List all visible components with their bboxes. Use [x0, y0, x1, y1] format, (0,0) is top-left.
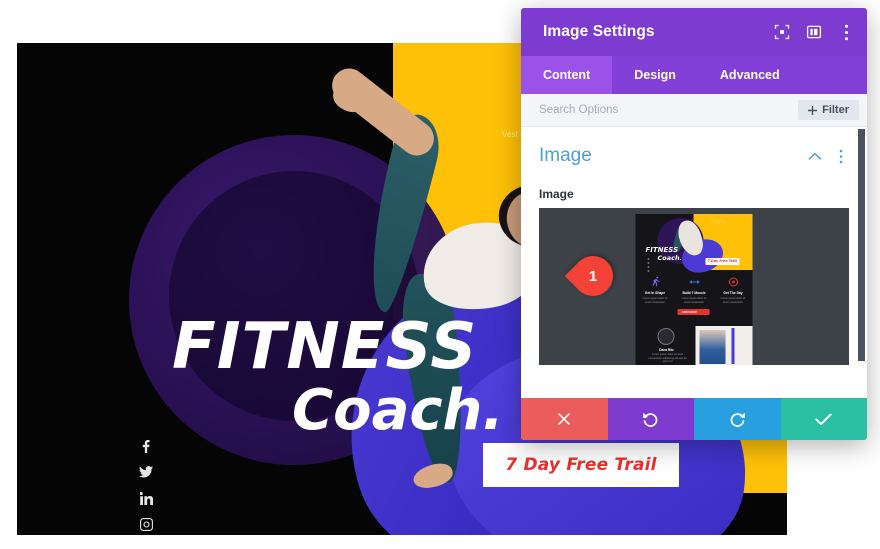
image-marker-pin[interactable]: 1 [564, 247, 622, 305]
redo-button[interactable] [694, 398, 781, 440]
search-row: Filter [521, 94, 867, 127]
filter-button[interactable]: Filter [798, 100, 859, 120]
section-more-options-icon[interactable] [833, 148, 849, 164]
instagram-icon[interactable] [139, 517, 153, 531]
modal-header-icons [773, 23, 855, 41]
twitter-icon[interactable] [139, 465, 153, 479]
thumb-features-row: Get In Shape Lorem ipsum dolor sit amet … [636, 276, 753, 304]
thumb-avatar [657, 328, 675, 345]
undo-button[interactable] [607, 398, 694, 440]
search-input[interactable] [539, 104, 799, 116]
modal-action-bar [521, 398, 867, 440]
pin-number: 1 [588, 267, 598, 285]
save-button[interactable] [780, 398, 867, 440]
social-links-rail[interactable] [139, 439, 153, 531]
thumb-social-dots [647, 258, 650, 272]
image-section-header: Image [539, 127, 849, 171]
thumb-feature-item: Get The Day Lorem ipsum dolor sit amet c… [718, 276, 748, 304]
thumb-feature-item: Build 7 Muscle Lorem ipsum dolor sit ame… [679, 276, 709, 304]
facebook-icon[interactable] [139, 439, 153, 453]
image-settings-modal: Image Settings Content Design Advanced S… [521, 8, 867, 440]
modal-title: Image Settings [543, 23, 655, 40]
screen: FITNESS Coach. Vest stern dolor 7 Day Fr… [0, 0, 880, 549]
target-icon [727, 276, 739, 288]
thumb-feature-title: Build 7 Muscle [682, 291, 706, 295]
section-title: Image [539, 145, 592, 166]
thumb-testimonial-section: Dana Ritz Lorem ipsum dolor sit amet con… [636, 324, 753, 365]
thumb-feature-title: Get The Day [723, 291, 743, 295]
filter-button-label: Filter [822, 104, 849, 116]
thumb-feature-title: Get In Shape [644, 291, 666, 295]
thumb-headline-2: Coach. [657, 254, 683, 262]
thumb-testimonial-photo [699, 330, 726, 364]
modal-body: Image Image FITNESS FITNESS Coach. 7 Day… [521, 127, 867, 398]
focus-mode-icon[interactable] [773, 23, 791, 41]
modal-scrollbar[interactable] [858, 127, 865, 398]
thumb-feature-desc: Lorem ipsum dolor sit amet consectetur [681, 297, 707, 304]
linkedin-icon[interactable] [139, 491, 153, 505]
thumb-headline-1: FITNESS [645, 246, 679, 254]
seven-day-trial-button[interactable]: 7 Day Free Trail [483, 443, 679, 487]
thumbnail-page-preview: FITNESS FITNESS Coach. 7 Day Free Trail … [635, 214, 753, 365]
plus-icon [808, 105, 818, 115]
thumb-feature-desc: Lorem ipsum dolor sit amet consectetur [720, 297, 746, 304]
running-icon [649, 276, 661, 288]
more-options-icon[interactable] [837, 23, 855, 41]
tab-advanced[interactable]: Advanced [698, 56, 802, 94]
redo-icon [730, 412, 745, 427]
layout-toggle-icon[interactable] [805, 23, 823, 41]
thumb-testimonial-name: Dana Ritz [659, 348, 674, 352]
figure-arm-raised [325, 61, 441, 163]
tab-content[interactable]: Content [521, 56, 613, 94]
modal-tabs: Content Design Advanced [521, 56, 867, 94]
chevron-up-icon[interactable] [807, 148, 823, 164]
tab-design[interactable]: Design [612, 56, 698, 94]
image-thumbnail-preview[interactable]: FITNESS FITNESS Coach. 7 Day Free Trail … [539, 208, 849, 365]
thumb-top-small-text: FITNESS [711, 220, 725, 224]
cancel-button[interactable] [521, 398, 608, 440]
thumb-cta-label: JOIN NOW [681, 310, 697, 314]
close-icon [558, 413, 571, 425]
thumb-hero-button-label: 7 Day Free Trail [707, 259, 738, 263]
dumbbell-icon [688, 276, 700, 288]
thumb-feature-item: Get In Shape Lorem ipsum dolor sit amet … [640, 276, 670, 304]
thumb-feature-desc: Lorem ipsum dolor sit amet consectetur [642, 297, 668, 304]
undo-icon [643, 412, 658, 427]
image-field-label: Image [539, 187, 574, 201]
thumb-accent-bar [731, 328, 735, 364]
modal-scrollbar-thumb [858, 129, 865, 361]
modal-header: Image Settings [521, 8, 867, 56]
thumb-testimonial-text: Lorem ipsum dolor sit amet consectetur a… [648, 353, 687, 364]
check-icon [815, 413, 832, 425]
